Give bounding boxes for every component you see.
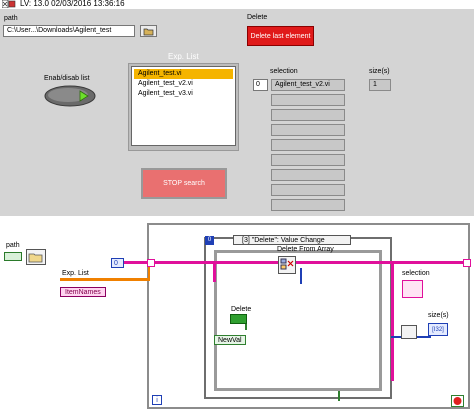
bd-size-label: size(s) (428, 312, 449, 319)
delete-last-element-button[interactable]: Delete last element (247, 26, 314, 46)
window-title-bar: LV: 13.0 02/03/2016 13:36:16 (0, 0, 474, 9)
folder-icon (28, 253, 43, 263)
shift-register-right (463, 259, 471, 267)
folder-icon (143, 28, 154, 36)
bd-path-label: path (6, 242, 20, 249)
selection-empty-cell (271, 109, 345, 121)
item-names-property[interactable]: ItemNames (60, 287, 106, 297)
delete-label: Delete (247, 14, 268, 21)
iteration-terminal: i (152, 395, 162, 405)
array-delete-icon (280, 258, 294, 270)
selection-label: selection (270, 68, 298, 75)
event-selector-mark: 0 (207, 237, 212, 243)
list-item[interactable]: Agilent_test_v3.vi (134, 89, 233, 99)
bd-selection-label: selection (402, 270, 430, 277)
selection-empty-cell (271, 124, 345, 136)
path-input[interactable]: C:\User...\Downloads\Agilent_test (3, 25, 135, 37)
window-title: LV: 13.0 02/03/2016 13:36:16 (20, 0, 125, 8)
loop-condition-terminal[interactable] (451, 395, 464, 407)
string-array-wire (213, 264, 216, 282)
index-constant[interactable]: 0 (111, 258, 124, 268)
shift-register-left (147, 259, 155, 267)
event-timeout-terminal: 0 (205, 236, 214, 245)
string-array-wire (121, 261, 471, 264)
stop-sign-icon (453, 397, 462, 405)
selection-array: 0 Agilent_test_v2.vi (250, 76, 350, 216)
array-size-node[interactable] (401, 325, 417, 339)
int-wire (300, 268, 302, 284)
bd-delete-label: Delete (231, 306, 252, 313)
block-diagram: 0 [3] "Delete": Value Change path Exp. L… (0, 216, 474, 413)
size-indicator: 1 (369, 79, 391, 91)
selection-empty-cell (271, 184, 345, 196)
event-case-selector[interactable]: [3] "Delete": Value Change (233, 235, 351, 245)
list-item[interactable]: Agilent_test_v2.vi (134, 79, 233, 89)
string-array-wire (391, 261, 394, 381)
size-label: size(s) (369, 68, 390, 75)
list-item[interactable]: Agilent_test.vi (134, 69, 233, 79)
selection-empty-cell (271, 139, 345, 151)
size-terminal[interactable]: [I32] (428, 323, 448, 336)
browse-button[interactable] (140, 25, 157, 37)
path-terminal[interactable] (4, 252, 22, 261)
delete-bool-terminal[interactable] (230, 314, 247, 324)
bool-wire (338, 391, 340, 401)
stop-search-button[interactable]: STOP search (141, 168, 227, 199)
selection-empty-cell (271, 154, 345, 166)
selection-terminal[interactable] (402, 280, 423, 298)
exp-list-label: Exp. List (168, 52, 199, 61)
selection-empty-cell (271, 199, 345, 211)
array-wire (60, 278, 150, 281)
enab-disab-label: Enab/disab list (44, 75, 90, 82)
selection-index[interactable]: 0 (253, 79, 268, 91)
labview-icon (2, 0, 16, 8)
bd-exp-list-label: Exp. List (62, 270, 89, 277)
enab-disab-led-toggle[interactable] (44, 85, 96, 107)
selection-empty-cell (271, 94, 345, 106)
selection-element: Agilent_test_v2.vi (271, 79, 345, 91)
front-panel: path C:\User...\Downloads\Agilent_test D… (0, 9, 474, 216)
list-folder-node[interactable] (26, 249, 46, 265)
delete-from-array-label: Delete From Array (277, 246, 334, 253)
selection-empty-cell (271, 169, 345, 181)
newval-event-data[interactable]: NewVal (214, 335, 246, 345)
exp-list-listbox[interactable]: Agilent_test.vi Agilent_test_v2.vi Agile… (131, 66, 236, 146)
path-label: path (4, 15, 18, 22)
delete-from-array-node[interactable] (278, 256, 296, 274)
